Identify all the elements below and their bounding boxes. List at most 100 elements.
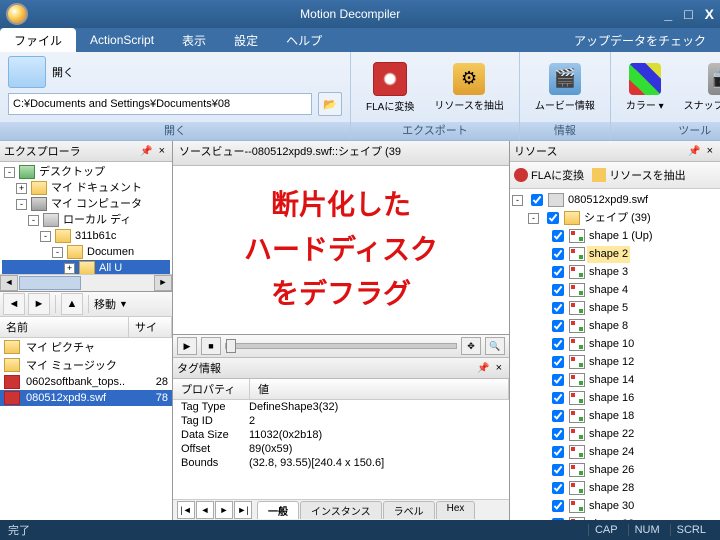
minimize-button[interactable]: _ (664, 6, 672, 22)
stop-button[interactable]: ■ (201, 337, 221, 355)
tree-node[interactable]: +マイ ドキュメント (2, 180, 170, 196)
tree-node[interactable]: -Documen (2, 244, 170, 260)
explorer-pin-icon[interactable]: 📌 (137, 146, 155, 157)
tab-nav-first[interactable]: |◄ (177, 501, 195, 519)
pan-button[interactable]: ✥ (461, 337, 481, 355)
file-header[interactable]: 名前 サイ (0, 317, 172, 338)
fla-convert-button[interactable]: FLAに変換 (359, 59, 421, 116)
tree-node[interactable]: -ローカル ディ (2, 212, 170, 228)
file-row[interactable]: 0602softbank_tops..28 (0, 374, 172, 390)
file-row[interactable]: 080512xpd9.swf78 (0, 390, 172, 406)
res-fla-button[interactable]: FLAに変換 (514, 167, 584, 183)
resource-pin-icon[interactable]: 📌 (685, 146, 703, 157)
shape-item[interactable]: shape 10 (512, 335, 718, 353)
tree-node[interactable]: -311b61c (2, 228, 170, 244)
res-group[interactable]: -シェイプ (39) (512, 209, 718, 227)
shape-item[interactable]: shape 1 (Up) (512, 227, 718, 245)
snapshot-button[interactable]: 📷 スナップショット (677, 60, 720, 115)
res-checkbox[interactable] (531, 194, 543, 206)
res-checkbox[interactable] (552, 482, 564, 494)
taginfo-tab[interactable]: 一般 (257, 501, 299, 519)
taginfo-tab[interactable]: Hex (436, 501, 476, 519)
tree-twisty[interactable]: - (4, 167, 15, 178)
taginfo-tab[interactable]: インスタンス (300, 501, 382, 519)
menu-actionscript[interactable]: ActionScript (76, 28, 168, 52)
res-checkbox[interactable] (552, 248, 564, 260)
file-row[interactable]: マイ ピクチャ (0, 338, 172, 356)
shape-item[interactable]: shape 4 (512, 281, 718, 299)
res-checkbox[interactable] (552, 428, 564, 440)
tree-node[interactable]: -デスクトップ (2, 164, 170, 180)
res-checkbox[interactable] (552, 266, 564, 278)
shape-item[interactable]: shape 24 (512, 443, 718, 461)
res-checkbox[interactable] (552, 320, 564, 332)
res-checkbox[interactable] (552, 500, 564, 512)
res-checkbox[interactable] (552, 338, 564, 350)
tree-twisty[interactable]: + (16, 183, 27, 194)
shape-item[interactable]: shape 22 (512, 425, 718, 443)
path-input[interactable] (8, 93, 312, 115)
play-button[interactable]: ▶ (177, 337, 197, 355)
res-checkbox[interactable] (547, 212, 559, 224)
close-button[interactable]: X (705, 6, 714, 22)
res-checkbox[interactable] (552, 356, 564, 368)
shape-item[interactable]: shape 16 (512, 389, 718, 407)
menu-help[interactable]: ヘルプ (272, 28, 336, 52)
shape-item[interactable]: shape 18 (512, 407, 718, 425)
tab-file[interactable]: ファイル (0, 28, 76, 52)
shape-item[interactable]: shape 26 (512, 461, 718, 479)
tree-node[interactable]: +All U (2, 260, 170, 274)
movie-info-button[interactable]: 🎬 ムービー情報 (528, 60, 602, 115)
res-checkbox[interactable] (552, 392, 564, 404)
maximize-button[interactable]: □ (684, 6, 692, 22)
tree-twisty[interactable]: - (16, 199, 27, 210)
tree-twisty[interactable]: - (40, 231, 51, 242)
menu-settings[interactable]: 設定 (220, 28, 272, 52)
dropdown-icon[interactable]: ▼ (119, 299, 128, 309)
tree-twisty[interactable]: - (28, 215, 39, 226)
tree-twisty[interactable]: - (52, 247, 63, 258)
file-list[interactable]: マイ ピクチャマイ ミュージック0602softbank_tops..28080… (0, 338, 172, 520)
nav-back-button[interactable]: ◄ (3, 293, 25, 315)
res-extract-button[interactable]: リソースを抽出 (592, 167, 685, 183)
shape-item[interactable]: shape 12 (512, 353, 718, 371)
tree-twisty[interactable]: + (64, 263, 75, 274)
tab-nav-last[interactable]: ►| (234, 501, 252, 519)
res-checkbox[interactable] (552, 284, 564, 296)
res-checkbox[interactable] (552, 302, 564, 314)
taginfo-header[interactable]: プロパティ 値 (173, 379, 509, 400)
nav-up-button[interactable]: ▲ (61, 293, 83, 315)
res-checkbox[interactable] (552, 464, 564, 476)
tab-nav-prev[interactable]: ◄ (196, 501, 214, 519)
res-checkbox[interactable] (552, 410, 564, 422)
tab-nav-next[interactable]: ► (215, 501, 233, 519)
resource-close-button[interactable]: × (704, 145, 716, 157)
taginfo-pin-icon[interactable]: 📌 (474, 363, 492, 374)
explorer-close-button[interactable]: × (156, 145, 168, 157)
menu-update-check[interactable]: アップデータをチェック (560, 28, 720, 52)
res-root[interactable]: -080512xpd9.swf (512, 191, 718, 209)
shape-item[interactable]: shape 3 (512, 263, 718, 281)
explorer-tree[interactable]: -デスクトップ+マイ ドキュメント-マイ コンピュータ-ローカル ディ-311b… (0, 162, 172, 274)
shape-item[interactable]: shape 30 (512, 497, 718, 515)
shape-item[interactable]: shape 5 (512, 299, 718, 317)
res-checkbox[interactable] (552, 230, 564, 242)
extract-resources-button[interactable]: ⚙ リソースを抽出 (427, 60, 511, 115)
res-checkbox[interactable] (552, 446, 564, 458)
explorer-hscroll[interactable]: ◄► (0, 274, 172, 291)
browse-button[interactable]: 📂 (318, 92, 342, 116)
taginfo-tab[interactable]: ラベル (383, 501, 435, 519)
menu-view[interactable]: 表示 (168, 28, 220, 52)
color-button[interactable]: カラー ▾ (619, 60, 671, 115)
taginfo-close-button[interactable]: × (493, 362, 505, 374)
res-checkbox[interactable] (552, 374, 564, 386)
shape-item[interactable]: shape 8 (512, 317, 718, 335)
tree-node[interactable]: -マイ コンピュータ (2, 196, 170, 212)
shape-item[interactable]: shape 28 (512, 479, 718, 497)
timeline-slider[interactable] (225, 343, 457, 349)
shape-item[interactable]: shape 14 (512, 371, 718, 389)
resource-tree[interactable]: -080512xpd9.swf-シェイプ (39)shape 1 (Up) sha… (510, 189, 720, 520)
nav-fwd-button[interactable]: ► (28, 293, 50, 315)
file-row[interactable]: マイ ミュージック (0, 356, 172, 374)
zoom-button[interactable]: 🔍 (485, 337, 505, 355)
